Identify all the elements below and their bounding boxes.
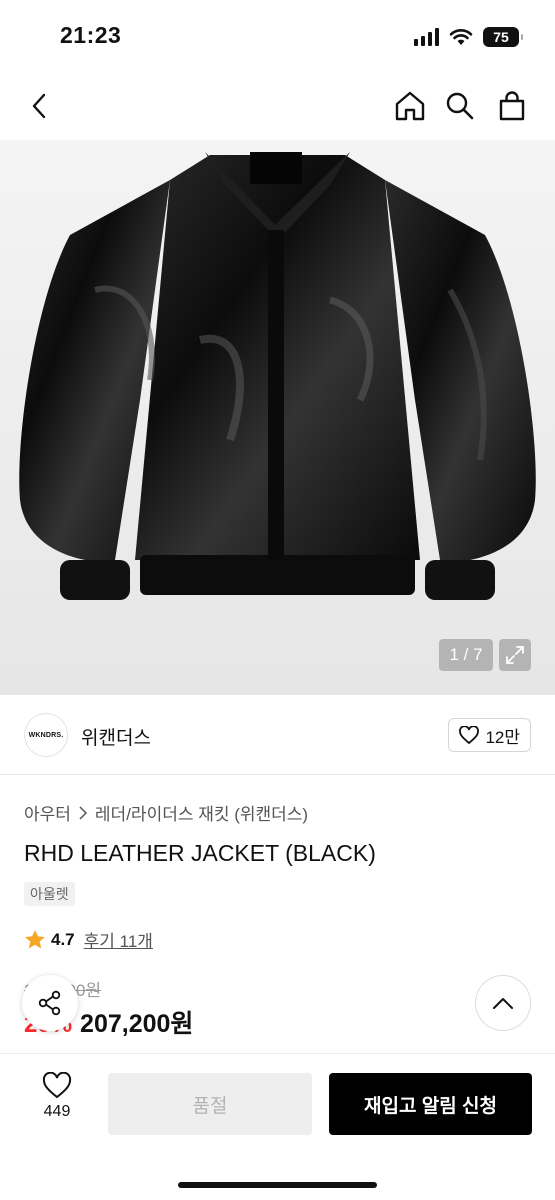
battery-icon: 75 xyxy=(483,27,523,47)
sale-price: 207,200원 xyxy=(80,1010,194,1038)
image-counter: 1 / 7 xyxy=(439,639,493,671)
home-button[interactable] xyxy=(390,86,430,126)
heart-icon xyxy=(459,726,480,744)
status-bar: 21:23 75 xyxy=(0,0,555,72)
share-button[interactable] xyxy=(22,975,78,1031)
chevron-up-icon xyxy=(493,998,513,1009)
wifi-icon xyxy=(449,29,473,45)
breadcrumb-subcategory[interactable]: 레더/라이더스 재킷 (위캔더스) xyxy=(95,800,308,825)
scroll-top-button[interactable] xyxy=(475,975,531,1031)
signal-icon xyxy=(414,28,439,46)
shopping-bag-icon xyxy=(499,91,525,121)
breadcrumb-category[interactable]: 아우터 xyxy=(24,800,71,825)
bottom-action-bar: 449 품절 재입고 알림 신청 xyxy=(0,1053,555,1200)
home-icon xyxy=(395,91,425,121)
restock-alert-button[interactable]: 재입고 알림 신청 xyxy=(329,1073,532,1135)
nav-bar xyxy=(0,72,555,140)
brand-name[interactable]: 위캔더스 xyxy=(81,723,151,750)
expand-image-button[interactable] xyxy=(499,639,531,671)
soldout-button: 품절 xyxy=(108,1073,312,1135)
expand-icon xyxy=(506,646,524,664)
star-icon xyxy=(25,930,45,949)
rating: 4.7 후기 11개 xyxy=(24,927,153,952)
wishlist-button[interactable]: 449 xyxy=(24,1072,90,1136)
brand-like-count: 12만 xyxy=(485,727,520,747)
breadcrumb: 아우터 레더/라이더스 재킷 (위캔더스) xyxy=(24,800,308,825)
status-icons: 75 xyxy=(414,26,523,48)
back-button[interactable] xyxy=(20,86,60,126)
home-indicator xyxy=(178,1182,377,1188)
product-image-carousel[interactable]: 1 / 7 xyxy=(0,140,555,695)
cart-button[interactable] xyxy=(492,86,532,126)
brand-logo[interactable]: WKNDRS. xyxy=(24,713,68,757)
search-icon xyxy=(446,92,474,120)
outlet-tag: 아울렛 xyxy=(24,882,75,906)
status-time: 21:23 xyxy=(60,22,122,48)
brand-row: WKNDRS. 위캔더스 12만 xyxy=(0,695,555,775)
wishlist-count: 449 xyxy=(43,1103,71,1120)
product-title: RHD LEATHER JACKET (BLACK) xyxy=(24,840,376,866)
search-button[interactable] xyxy=(440,86,480,126)
share-icon xyxy=(38,990,61,1016)
jacket-image xyxy=(19,152,536,600)
rating-score: 4.7 xyxy=(51,929,75,949)
chevron-left-icon xyxy=(32,93,46,119)
brand-like-button[interactable]: 12만 xyxy=(448,718,531,752)
heart-icon xyxy=(42,1072,72,1099)
chevron-right-icon xyxy=(79,805,87,820)
reviews-link[interactable]: 후기 11개 xyxy=(84,927,153,952)
